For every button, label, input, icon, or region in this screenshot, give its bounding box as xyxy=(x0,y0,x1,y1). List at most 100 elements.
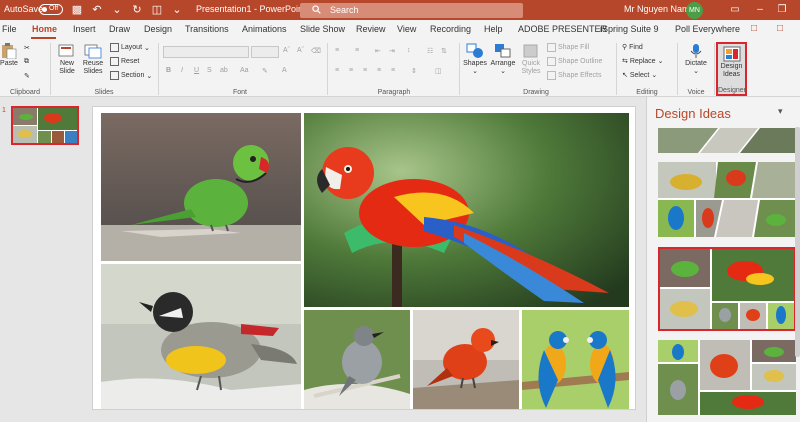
format-painter-icon[interactable]: ✎ xyxy=(24,72,30,80)
layout-icon xyxy=(110,43,119,52)
photo-scarlet-macaw[interactable] xyxy=(304,113,629,307)
redo-icon[interactable]: ↻ xyxy=(130,3,144,17)
tab-slide-show[interactable]: Slide Show xyxy=(300,24,345,34)
find-button[interactable]: ⚲ Find xyxy=(622,43,643,52)
photo-yellow-bird[interactable] xyxy=(101,264,301,409)
design-pane-scrollbar[interactable] xyxy=(795,127,800,357)
tab-view[interactable]: View xyxy=(397,24,416,34)
shape-fill-button[interactable]: Shape Fill xyxy=(547,43,589,52)
align-center-icon[interactable]: ≡ xyxy=(349,67,353,74)
smartart-icon[interactable]: ◫ xyxy=(435,67,442,75)
minimize-icon[interactable]: – xyxy=(752,2,768,18)
line-spacing-icon[interactable]: ↕ xyxy=(407,47,411,54)
present-icon[interactable]: ◫ xyxy=(150,3,164,17)
arrange-button[interactable]: Arrange ⌄ xyxy=(488,43,518,76)
save-icon[interactable]: ▩ xyxy=(70,3,84,17)
photo-green-parakeet[interactable] xyxy=(101,113,301,261)
autosave-toggle[interactable]: Off xyxy=(39,4,63,15)
font-size-box[interactable] xyxy=(251,46,279,58)
italic-icon[interactable]: I xyxy=(181,67,183,74)
paste-button[interactable]: Paste xyxy=(0,43,18,68)
highlight-icon[interactable]: ✎ xyxy=(262,67,268,75)
tab-recording[interactable]: Recording xyxy=(430,24,471,34)
increase-font-icon[interactable]: Aˆ xyxy=(283,47,290,54)
share-icon[interactable]: □ xyxy=(751,23,757,34)
design-idea-card[interactable] xyxy=(658,162,796,237)
photo-blue-macaws[interactable] xyxy=(522,310,629,409)
tab-file[interactable]: File xyxy=(2,24,17,34)
align-left-icon[interactable]: ≡ xyxy=(335,67,339,74)
undo-icon[interactable]: ↶ xyxy=(90,3,104,17)
pane-options-icon[interactable]: ▾ xyxy=(778,106,783,117)
numbering-icon[interactable]: ≡ xyxy=(355,47,359,54)
restore-icon[interactable]: ❐ xyxy=(774,2,790,18)
reuse-slides-button[interactable]: Reuse Slides xyxy=(80,43,106,76)
tab-animations[interactable]: Animations xyxy=(242,24,287,34)
design-ideas-title: Design Ideas xyxy=(655,106,731,121)
tab-poll-everywhere[interactable]: Poll Everywhere xyxy=(675,24,740,34)
spacing-icon[interactable]: ab xyxy=(220,67,228,74)
tab-design[interactable]: Design xyxy=(144,24,172,34)
photo-grey-bird[interactable] xyxy=(304,310,410,409)
replace-button[interactable]: ⇆ Replace ⌄ xyxy=(622,57,663,66)
underline-icon[interactable]: U xyxy=(194,67,199,74)
layout-button[interactable]: Layout ⌄ xyxy=(110,43,150,52)
bold-icon[interactable]: B xyxy=(166,67,171,74)
customize-qat-icon[interactable]: ⌄ xyxy=(170,3,184,17)
tab-adobe-presenter[interactable]: ADOBE PRESENTER xyxy=(518,24,607,34)
select-button[interactable]: ↖ Select ⌄ xyxy=(622,71,657,80)
shapes-icon xyxy=(466,43,483,58)
replace-icon: ⇆ xyxy=(622,58,628,65)
clear-format-icon[interactable]: ⌫ xyxy=(311,47,321,55)
distribute-icon[interactable]: ≡ xyxy=(391,67,395,74)
design-idea-card-selected[interactable] xyxy=(658,247,796,331)
shape-outline-icon xyxy=(547,57,556,66)
new-slide-button[interactable]: New Slide xyxy=(54,43,80,76)
font-name-box[interactable] xyxy=(163,46,249,58)
design-ideas-button[interactable]: Design Ideas Designer xyxy=(716,42,747,96)
decrease-indent-icon[interactable]: ⇤ xyxy=(375,47,381,55)
quick-styles-button[interactable]: Quick Styles xyxy=(517,43,545,76)
dictate-button[interactable]: Dictate ⌄ xyxy=(681,43,711,76)
font-color-icon[interactable]: A xyxy=(282,67,287,74)
tab-review[interactable]: Review xyxy=(356,24,386,34)
align-right-icon[interactable]: ≡ xyxy=(363,67,367,74)
arrange-icon xyxy=(495,44,511,58)
align-text-icon[interactable]: ⇕ xyxy=(411,67,417,75)
section-icon xyxy=(110,71,119,80)
tab-help[interactable]: Help xyxy=(484,24,503,34)
shape-outline-button[interactable]: Shape Outline xyxy=(547,57,602,66)
increase-indent-icon[interactable]: ⇥ xyxy=(389,47,395,55)
slide-canvas[interactable] xyxy=(92,106,636,410)
cut-icon[interactable]: ✂ xyxy=(24,44,30,52)
shapes-label: Shapes xyxy=(463,60,487,67)
slide-thumbnail[interactable] xyxy=(11,106,79,145)
new-slide-label-2: Slide xyxy=(59,68,75,75)
photo-red-bird[interactable] xyxy=(413,310,519,409)
tab-draw[interactable]: Draw xyxy=(109,24,130,34)
decrease-font-icon[interactable]: Aˇ xyxy=(297,47,304,54)
design-idea-card[interactable] xyxy=(658,128,796,153)
case-icon[interactable]: Aa xyxy=(240,67,249,74)
ribbon-display-icon[interactable]: ▭ xyxy=(727,2,743,18)
shapes-button[interactable]: Shapes ⌄ xyxy=(461,43,489,76)
reset-button[interactable]: Reset xyxy=(110,57,139,66)
paste-icon xyxy=(2,43,17,59)
tab-ispring[interactable]: iSpring Suite 9 xyxy=(600,24,659,34)
tab-transitions[interactable]: Transitions xyxy=(185,24,229,34)
text-direction-icon[interactable]: ⇅ xyxy=(441,47,447,55)
columns-icon[interactable]: ☷ xyxy=(427,47,433,55)
section-button[interactable]: Section ⌄ xyxy=(110,71,152,80)
tab-insert[interactable]: Insert xyxy=(73,24,96,34)
comments-icon[interactable]: □ xyxy=(777,23,783,34)
shape-effects-button[interactable]: Shape Effects xyxy=(547,71,601,80)
search-box[interactable]: Search xyxy=(300,3,523,18)
copy-icon[interactable]: ⧉ xyxy=(24,58,29,66)
dropdown-icon[interactable]: ⌄ xyxy=(110,3,124,17)
bullets-icon[interactable]: ≡ xyxy=(335,47,339,54)
justify-icon[interactable]: ≡ xyxy=(377,67,381,74)
avatar[interactable]: MN xyxy=(686,2,703,19)
design-idea-card[interactable] xyxy=(658,340,796,415)
strikethrough-icon[interactable]: S xyxy=(207,67,212,74)
tab-home[interactable]: Home xyxy=(32,24,57,34)
